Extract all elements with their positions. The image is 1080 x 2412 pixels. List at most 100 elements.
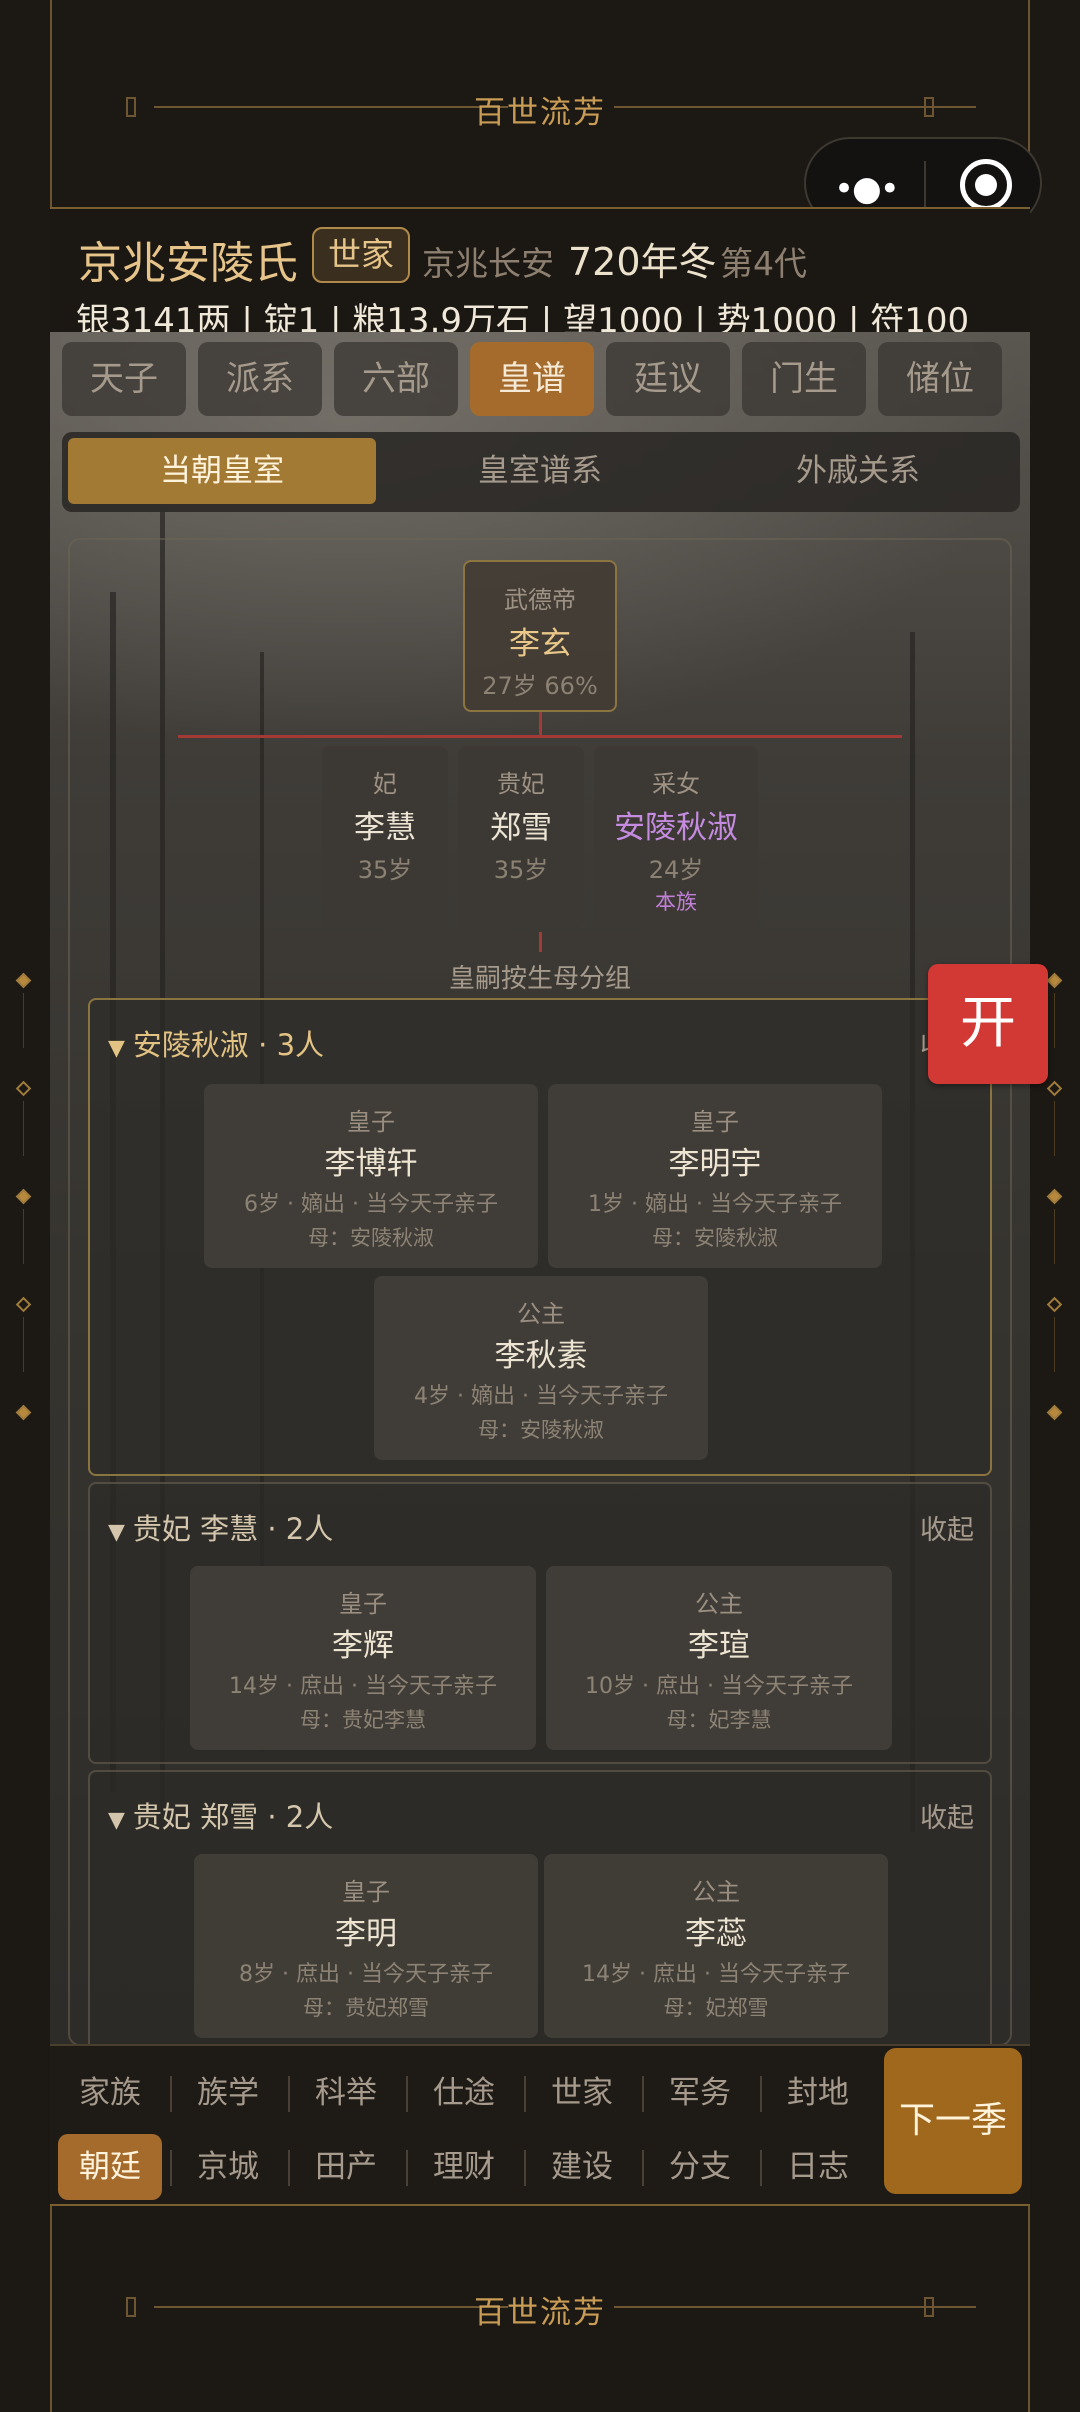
child-group: ▼安陵秋淑 · 3人 收起 皇子 李博轩 6岁 · 嫡出 · 当今天子亲子 母：… — [88, 998, 992, 1476]
tab-tianzi[interactable]: 天子 — [62, 342, 186, 416]
emperor-info: 27岁 66% — [482, 672, 598, 700]
child-role: 皇子 — [342, 1878, 390, 1906]
child-name: 李博轩 — [324, 1146, 418, 1182]
group-header[interactable]: ▼ 贵妃 李慧 · 2人 — [108, 1506, 333, 1548]
nav-keju[interactable]: 科举 — [294, 2060, 398, 2126]
more-icon[interactable]: •●• — [834, 169, 900, 209]
consort-age: 35岁 — [357, 856, 413, 884]
tab-paixi[interactable]: 派系 — [198, 342, 322, 416]
child-role: 皇子 — [691, 1108, 739, 1136]
child-mother: 母：妃郑雪 — [663, 1996, 769, 2020]
nav-zuxue[interactable]: 族学 — [176, 2060, 280, 2126]
location: 京兆长安 — [422, 244, 554, 283]
child-name: 李蕊 — [685, 1916, 747, 1952]
subtab-royal-lineage[interactable]: 皇室谱系 — [386, 438, 694, 504]
child-detail: 1岁 · 嫡出 · 当今天子亲子 — [588, 1192, 842, 1217]
child-mother: 母：安陵秋淑 — [308, 1226, 434, 1250]
child-role: 皇子 — [347, 1108, 395, 1136]
nav-licai[interactable]: 理财 — [412, 2134, 516, 2200]
consort-name: 李慧 — [354, 810, 416, 846]
child-role: 公主 — [695, 1590, 743, 1618]
banner-text: 百世流芳 — [474, 95, 606, 131]
subtab-current-royals[interactable]: 当朝皇室 — [68, 438, 376, 504]
child-mother: 母：妃李慧 — [666, 1708, 772, 1732]
consort-name: 安陵秋淑 — [614, 810, 738, 846]
child-detail: 14岁 · 庶出 · 当今天子亲子 — [229, 1674, 497, 1699]
bottom-nav: 家族 族学 科举 仕途 世家 军务 封地 朝廷 京城 田产 理财 建设 分支 日… — [50, 2044, 1030, 2206]
group-title: 贵妃 李慧 · 2人 — [132, 1512, 334, 1546]
group-header[interactable]: ▼ 贵妃 郑雪 · 2人 — [108, 1794, 333, 1836]
child-role: 公主 — [692, 1878, 740, 1906]
close-target-icon[interactable] — [960, 159, 1012, 211]
child-mother: 母：安陵秋淑 — [478, 1418, 604, 1442]
group-header[interactable]: ▼ 安陵秋淑 · 3人 — [108, 1022, 324, 1064]
child-role: 公主 — [517, 1300, 565, 1328]
child-detail: 8岁 · 庶出 · 当今天子亲子 — [239, 1962, 493, 1987]
consort-name: 郑雪 — [490, 810, 552, 846]
child-role: 皇子 — [339, 1590, 387, 1618]
generation: 第4代 — [720, 244, 807, 283]
nav-jianshe[interactable]: 建设 — [530, 2134, 634, 2200]
nav-jiazu[interactable]: 家族 — [58, 2060, 162, 2126]
tab-tingyi[interactable]: 廷议 — [606, 342, 730, 416]
emperor-title: 武德帝 — [504, 586, 576, 614]
bottom-banner: 百世流芳 — [50, 2257, 1030, 2357]
child-mother: 母：安陵秋淑 — [652, 1226, 778, 1250]
own-clan-tag: 本族 — [655, 890, 697, 914]
emperor-node[interactable]: 武德帝 李玄 27岁 66% — [463, 560, 617, 712]
next-season-button[interactable]: 下一季 — [884, 2048, 1022, 2194]
nav-jingcheng[interactable]: 京城 — [176, 2134, 280, 2200]
child-name: 李秋素 — [494, 1338, 588, 1374]
consort-rank: 采女 — [652, 770, 700, 798]
child-node[interactable]: 公主 李蕊 14岁 · 庶出 · 当今天子亲子 母：妃郑雪 — [544, 1854, 888, 2038]
collapse-triangle-icon: ▼ — [108, 1808, 125, 1833]
tab-chuwei[interactable]: 储位 — [878, 342, 1002, 416]
collapse-triangle-icon: ▼ — [108, 1520, 125, 1545]
consort-age: 35岁 — [493, 856, 549, 884]
child-name: 李明 — [335, 1916, 397, 1952]
group-caption: 皇嗣按生母分组 — [448, 964, 631, 994]
consort-node-own-clan[interactable]: 采女 安陵秋淑 24岁 本族 — [594, 746, 758, 928]
nav-fenzhi[interactable]: 分支 — [648, 2134, 752, 2200]
consort-rank: 妃 — [373, 770, 397, 798]
main-tabs: 天子 派系 六部 皇谱 廷议 门生 储位 — [62, 342, 1020, 420]
child-node[interactable]: 公主 李瑄 10岁 · 庶出 · 当今天子亲子 母：妃李慧 — [546, 1566, 892, 1750]
child-group: ▼ 贵妃 郑雪 · 2人 收起 皇子 李明 8岁 · 庶出 · 当今天子亲子 母：… — [88, 1770, 992, 2070]
open-floating-button[interactable]: 开 — [928, 964, 1048, 1084]
nav-chaoting[interactable]: 朝廷 — [58, 2134, 162, 2200]
child-detail: 10岁 · 庶出 · 当今天子亲子 — [585, 1674, 853, 1699]
child-node[interactable]: 皇子 李博轩 6岁 · 嫡出 · 当今天子亲子 母：安陵秋淑 — [204, 1084, 538, 1268]
tree-connector — [539, 712, 542, 736]
nav-tianchan[interactable]: 田产 — [294, 2134, 398, 2200]
group-title: 安陵秋淑 · 3人 — [132, 1028, 325, 1062]
child-node[interactable]: 皇子 李明 8岁 · 庶出 · 当今天子亲子 母：贵妃郑雪 — [194, 1854, 538, 2038]
nav-shitu[interactable]: 仕途 — [412, 2060, 516, 2126]
child-group: ▼ 贵妃 李慧 · 2人 收起 皇子 李辉 14岁 · 庶出 · 当今天子亲子 母… — [88, 1482, 992, 1764]
banner-text: 百世流芳 — [474, 2295, 606, 2331]
consort-node[interactable]: 贵妃 郑雪 35岁 — [458, 746, 584, 928]
rank-badge: 世家 — [312, 227, 410, 283]
nav-shijia[interactable]: 世家 — [530, 2060, 634, 2126]
tree-connector — [178, 735, 902, 738]
collapse-triangle-icon: ▼ — [108, 1036, 125, 1061]
child-detail: 4岁 · 嫡出 · 当今天子亲子 — [414, 1384, 668, 1409]
side-ornament-right — [1045, 972, 1065, 1435]
nav-fengdi[interactable]: 封地 — [766, 2060, 870, 2126]
child-name: 李明宇 — [668, 1146, 762, 1182]
tab-liubu[interactable]: 六部 — [334, 342, 458, 416]
nav-junwu[interactable]: 军务 — [648, 2060, 752, 2126]
tab-huangpu[interactable]: 皇谱 — [470, 342, 594, 416]
child-node[interactable]: 皇子 李明宇 1岁 · 嫡出 · 当今天子亲子 母：安陵秋淑 — [548, 1084, 882, 1268]
child-node[interactable]: 皇子 李辉 14岁 · 庶出 · 当今天子亲子 母：贵妃李慧 — [190, 1566, 536, 1750]
child-name: 李辉 — [332, 1628, 394, 1664]
child-detail: 14岁 · 庶出 · 当今天子亲子 — [582, 1962, 850, 1987]
nav-rizhi[interactable]: 日志 — [766, 2134, 870, 2200]
consort-node[interactable]: 妃 李慧 35岁 — [322, 746, 448, 928]
child-name: 李瑄 — [688, 1628, 750, 1664]
child-node[interactable]: 公主 李秋素 4岁 · 嫡出 · 当今天子亲子 母：安陵秋淑 — [374, 1276, 708, 1460]
child-detail: 6岁 · 嫡出 · 当今天子亲子 — [244, 1192, 498, 1217]
subtab-consort-relations[interactable]: 外戚关系 — [704, 438, 1012, 504]
collapse-button[interactable]: 收起 — [920, 1508, 974, 1547]
collapse-button[interactable]: 收起 — [920, 1796, 974, 1835]
tab-mensheng[interactable]: 门生 — [742, 342, 866, 416]
